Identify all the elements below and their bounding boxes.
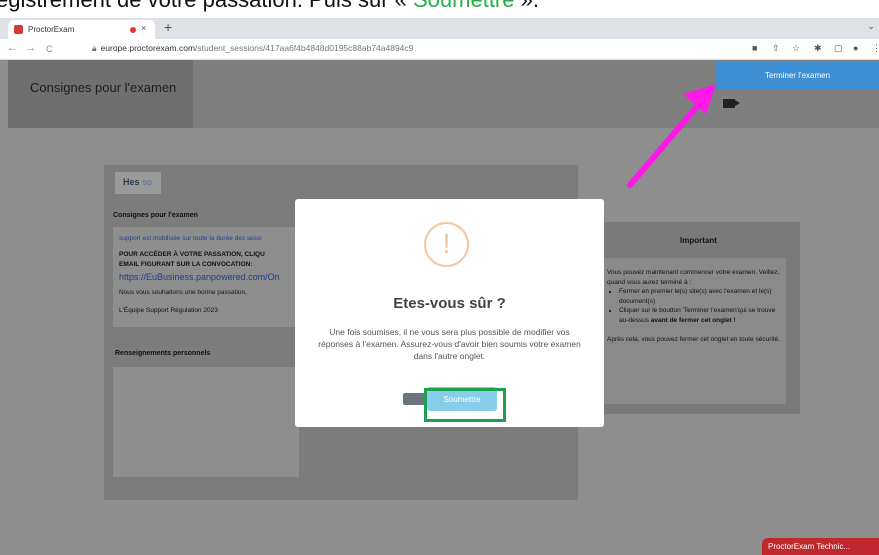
important-bullet: Cliquer sur le boutton 'Terminer l'exame… [619,306,786,325]
tab-close-icon[interactable]: × [141,23,146,33]
tab-list-chevron-icon[interactable]: ⌄ [867,21,875,32]
instructions-signature: L'Équipe Support Régulation 2023 [119,307,218,314]
important-heading: Important [680,236,717,245]
caption-prefix: egistrement de votre passation. Puis sur… [0,0,413,12]
page-title: Consignes pour l'examen [30,80,177,95]
camera-icon[interactable] [723,99,740,108]
bookmark-star-icon[interactable]: ☆ [792,43,800,54]
personal-info-heading: Renseignements personnels [115,350,211,357]
important-bullet-emphasis: avant de fermer cet onglet ! [650,316,736,324]
header-title-block: Consignes pour l'examen [8,60,193,128]
extensions-icon[interactable]: ✱ [814,43,822,54]
instructions-line: POUR ACCÉDER À VOTRE PASSATION, CLIQU [119,251,265,258]
browser-tab[interactable]: ProctorExam × [8,20,155,39]
share-icon[interactable]: ⇧ [772,43,780,54]
proctorexam-favicon-icon [14,25,23,34]
dialog-message: Une fois soumises, il ne vous sera plus … [318,327,581,361]
warning-mark: ! [442,228,451,259]
caption-highlight: Soumettre [413,0,515,12]
lock-icon: 🔒︎ [92,43,97,53]
url-field[interactable]: 🔒︎ europe.proctorexam.com/student_session… [92,43,413,54]
profile-avatar-icon[interactable]: ● [853,43,858,53]
instructions-line: EMAIL FIGURANT SUR LA CONVOCATION: [119,261,253,268]
important-panel: Important Vous pouvez maintenant commenc… [597,222,800,414]
support-chat-button[interactable]: ProctorExam Technic... [762,538,879,555]
cancel-button[interactable] [403,393,425,405]
instructions-line: Nous vous souhaitons une bonne passation… [119,289,247,296]
browser-menu-icon[interactable]: ⋮ [872,43,879,54]
logo-text: Hes [123,177,140,187]
hes-so-logo: Hes·so [115,172,161,194]
important-bullet: Fermer en premier le(s) site(s) avec l'e… [619,287,786,306]
recording-dot-icon [130,27,136,33]
caption-suffix: ». [515,0,539,12]
logo-suffix: ·so [139,177,153,187]
instructions-line: support est mobilisée sur toute la durée… [119,235,262,242]
cast-icon[interactable]: ■ [752,43,757,53]
url-path: /student_sessions/417aa6f4b4848d0195c88a… [195,43,414,53]
end-exam-button[interactable]: Terminer l'examen [716,61,879,89]
important-outro: Après cela, vous pouvez fermer cet ongle… [607,336,781,343]
tab-title: ProctorExam [28,25,75,34]
reload-button[interactable]: C [46,44,53,54]
personal-info-box [113,367,299,477]
side-panel-icon[interactable]: ▢ [834,43,843,54]
instructions-box: support est mobilisée sur toute la durée… [113,227,299,327]
instructions-heading: Consignes pour l'examen [113,212,198,219]
warning-icon: ! [424,222,469,267]
back-button[interactable]: ← [7,42,18,54]
dialog-title: Etes-vous sûr ? [393,295,506,312]
important-intro: Vous pouvez maintenant commencer votre e… [607,269,780,286]
new-tab-button[interactable]: + [164,19,172,35]
forward-button[interactable]: → [25,42,36,54]
exam-link[interactable]: https://EuBusiness.panpowered.com/On [119,272,280,282]
important-body: Vous pouvez maintenant commencer votre e… [603,258,786,404]
instruction-caption: egistrement de votre passation. Puis sur… [0,0,539,13]
address-bar-row: ← → C 🔒︎ europe.proctorexam.com/student_s… [0,39,879,60]
browser-tab-bar: ProctorExam × + ⌄ [0,18,879,39]
submit-highlight-box [424,388,506,422]
url-domain: europe.proctorexam.com [100,43,196,53]
